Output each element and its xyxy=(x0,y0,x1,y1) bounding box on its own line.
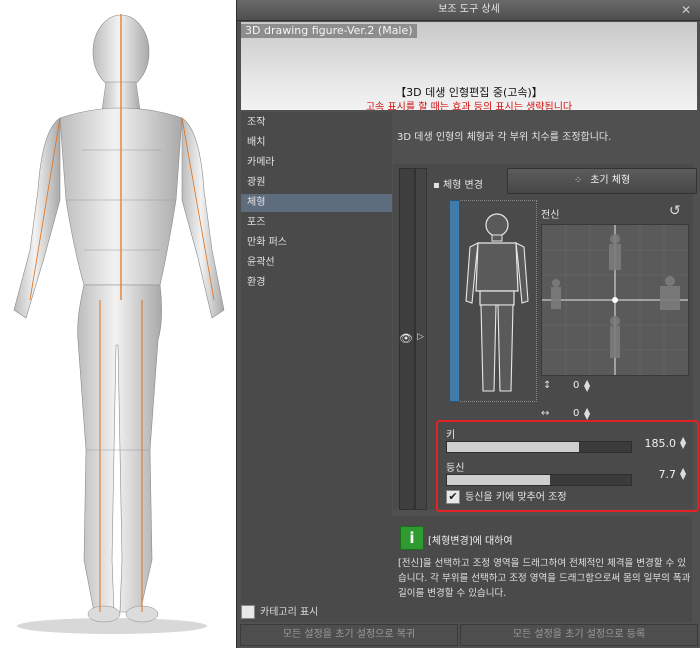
category-item-operation[interactable]: 조작 xyxy=(241,114,392,132)
info-icon: i xyxy=(400,526,424,550)
reset-body-shape-label: 초기 체형 xyxy=(590,175,631,186)
eye-icon[interactable]: 👁 xyxy=(399,332,413,345)
fit-head-ratio-toggle[interactable]: ✔ 등신을 키에 맞추어 조정 xyxy=(446,488,567,504)
panel-description: 3D 데생 인형의 체형과 각 부위 치수를 조정합니다. xyxy=(397,132,612,143)
vertical-stepper[interactable]: ▲ ▼ xyxy=(584,379,590,393)
dialog-title: 보조 도구 상세 xyxy=(438,4,500,15)
horizontal-value[interactable]: 0 xyxy=(573,408,579,419)
reset-body-shape-button[interactable]: ⁘ 초기 체형 xyxy=(507,168,697,194)
category-list: 조작 배치 카메라 광원 체형 포즈 만화 퍼스 윤곽선 환경 xyxy=(241,112,392,622)
loading-spinner-icon: ⁘ xyxy=(573,175,583,186)
horizontal-adjust-icon: ↔ xyxy=(541,408,550,419)
whole-body-bar[interactable] xyxy=(449,200,460,402)
category-item-body-shape[interactable]: 체형 xyxy=(241,194,392,212)
head-ratio-slider[interactable] xyxy=(446,474,632,486)
vertical-adjust-icon: ↕ xyxy=(543,380,552,391)
info-title: [체형변경]에 대하여 xyxy=(428,536,513,547)
horizontal-stepper[interactable]: ▲ ▼ xyxy=(584,407,590,421)
category-item-camera[interactable]: 카메라 xyxy=(241,154,392,172)
register-defaults-button[interactable]: 모든 설정을 초기 설정으로 등록 xyxy=(460,624,698,646)
height-label: 키 xyxy=(446,430,456,441)
head-ratio-stepper[interactable]: ▲ ▼ xyxy=(680,467,686,481)
show-category-toggle[interactable]: 카테고리 표시 xyxy=(241,603,318,619)
undo-icon[interactable]: ↺ xyxy=(669,203,681,219)
adjustment-grid[interactable] xyxy=(542,225,688,375)
head-ratio-label: 등신 xyxy=(446,463,465,474)
head-ratio-value[interactable]: 7.7 xyxy=(636,468,677,481)
fit-head-ratio-label: 등신을 키에 맞추어 조정 xyxy=(465,492,567,503)
head-ratio-slider-fill xyxy=(447,475,551,485)
category-item-manga-perspective[interactable]: 만화 퍼스 xyxy=(241,234,392,252)
body-part-selector[interactable] xyxy=(449,200,537,402)
model-name: 3D drawing figure-Ver.2 (Male) xyxy=(241,24,417,38)
body-shape-label: ▪ 체형 변경 xyxy=(433,180,483,191)
height-slider-fill xyxy=(447,442,580,452)
height-stepper[interactable]: ▲ ▼ xyxy=(680,436,686,450)
category-item-outline[interactable]: 윤곽선 xyxy=(241,254,392,272)
expand-triangle-icon[interactable]: ▷ xyxy=(417,332,424,342)
height-slider[interactable] xyxy=(446,441,632,453)
dialog-titlebar[interactable]: 보조 도구 상세 xyxy=(237,0,700,21)
show-category-label: 카테고리 표시 xyxy=(260,607,319,618)
vertical-value[interactable]: 0 xyxy=(573,380,579,391)
category-item-light[interactable]: 광원 xyxy=(241,174,392,192)
show-category-checkbox[interactable] xyxy=(241,605,255,619)
whole-body-label: 전신 xyxy=(541,210,560,221)
warning-text: 고속 표시를 할 때는 효과 등의 표시는 생략됩니다 xyxy=(365,102,573,110)
info-body: [전신]을 선택하고 조정 영역을 드래그하여 전체적인 체격을 변경할 수 있… xyxy=(398,558,691,599)
category-item-environment[interactable]: 환경 xyxy=(241,274,392,292)
3d-drawing-figure[interactable] xyxy=(0,0,236,648)
category-item-placement[interactable]: 배치 xyxy=(241,134,392,152)
body-silhouette[interactable] xyxy=(450,201,536,401)
3d-figure-canvas[interactable] xyxy=(0,0,236,648)
category-item-pose[interactable]: 포즈 xyxy=(241,214,392,232)
fit-head-ratio-checkbox[interactable]: ✔ xyxy=(446,490,460,504)
restore-defaults-button[interactable]: 모든 설정을 초기 설정으로 복귀 xyxy=(240,624,458,646)
close-icon[interactable]: ✕ xyxy=(679,3,693,17)
height-value[interactable]: 185.0 xyxy=(636,437,677,450)
preview-banner: 3D drawing figure-Ver.2 (Male) 【3D 데생 인형… xyxy=(241,22,697,110)
adjustment-area[interactable] xyxy=(541,224,689,376)
